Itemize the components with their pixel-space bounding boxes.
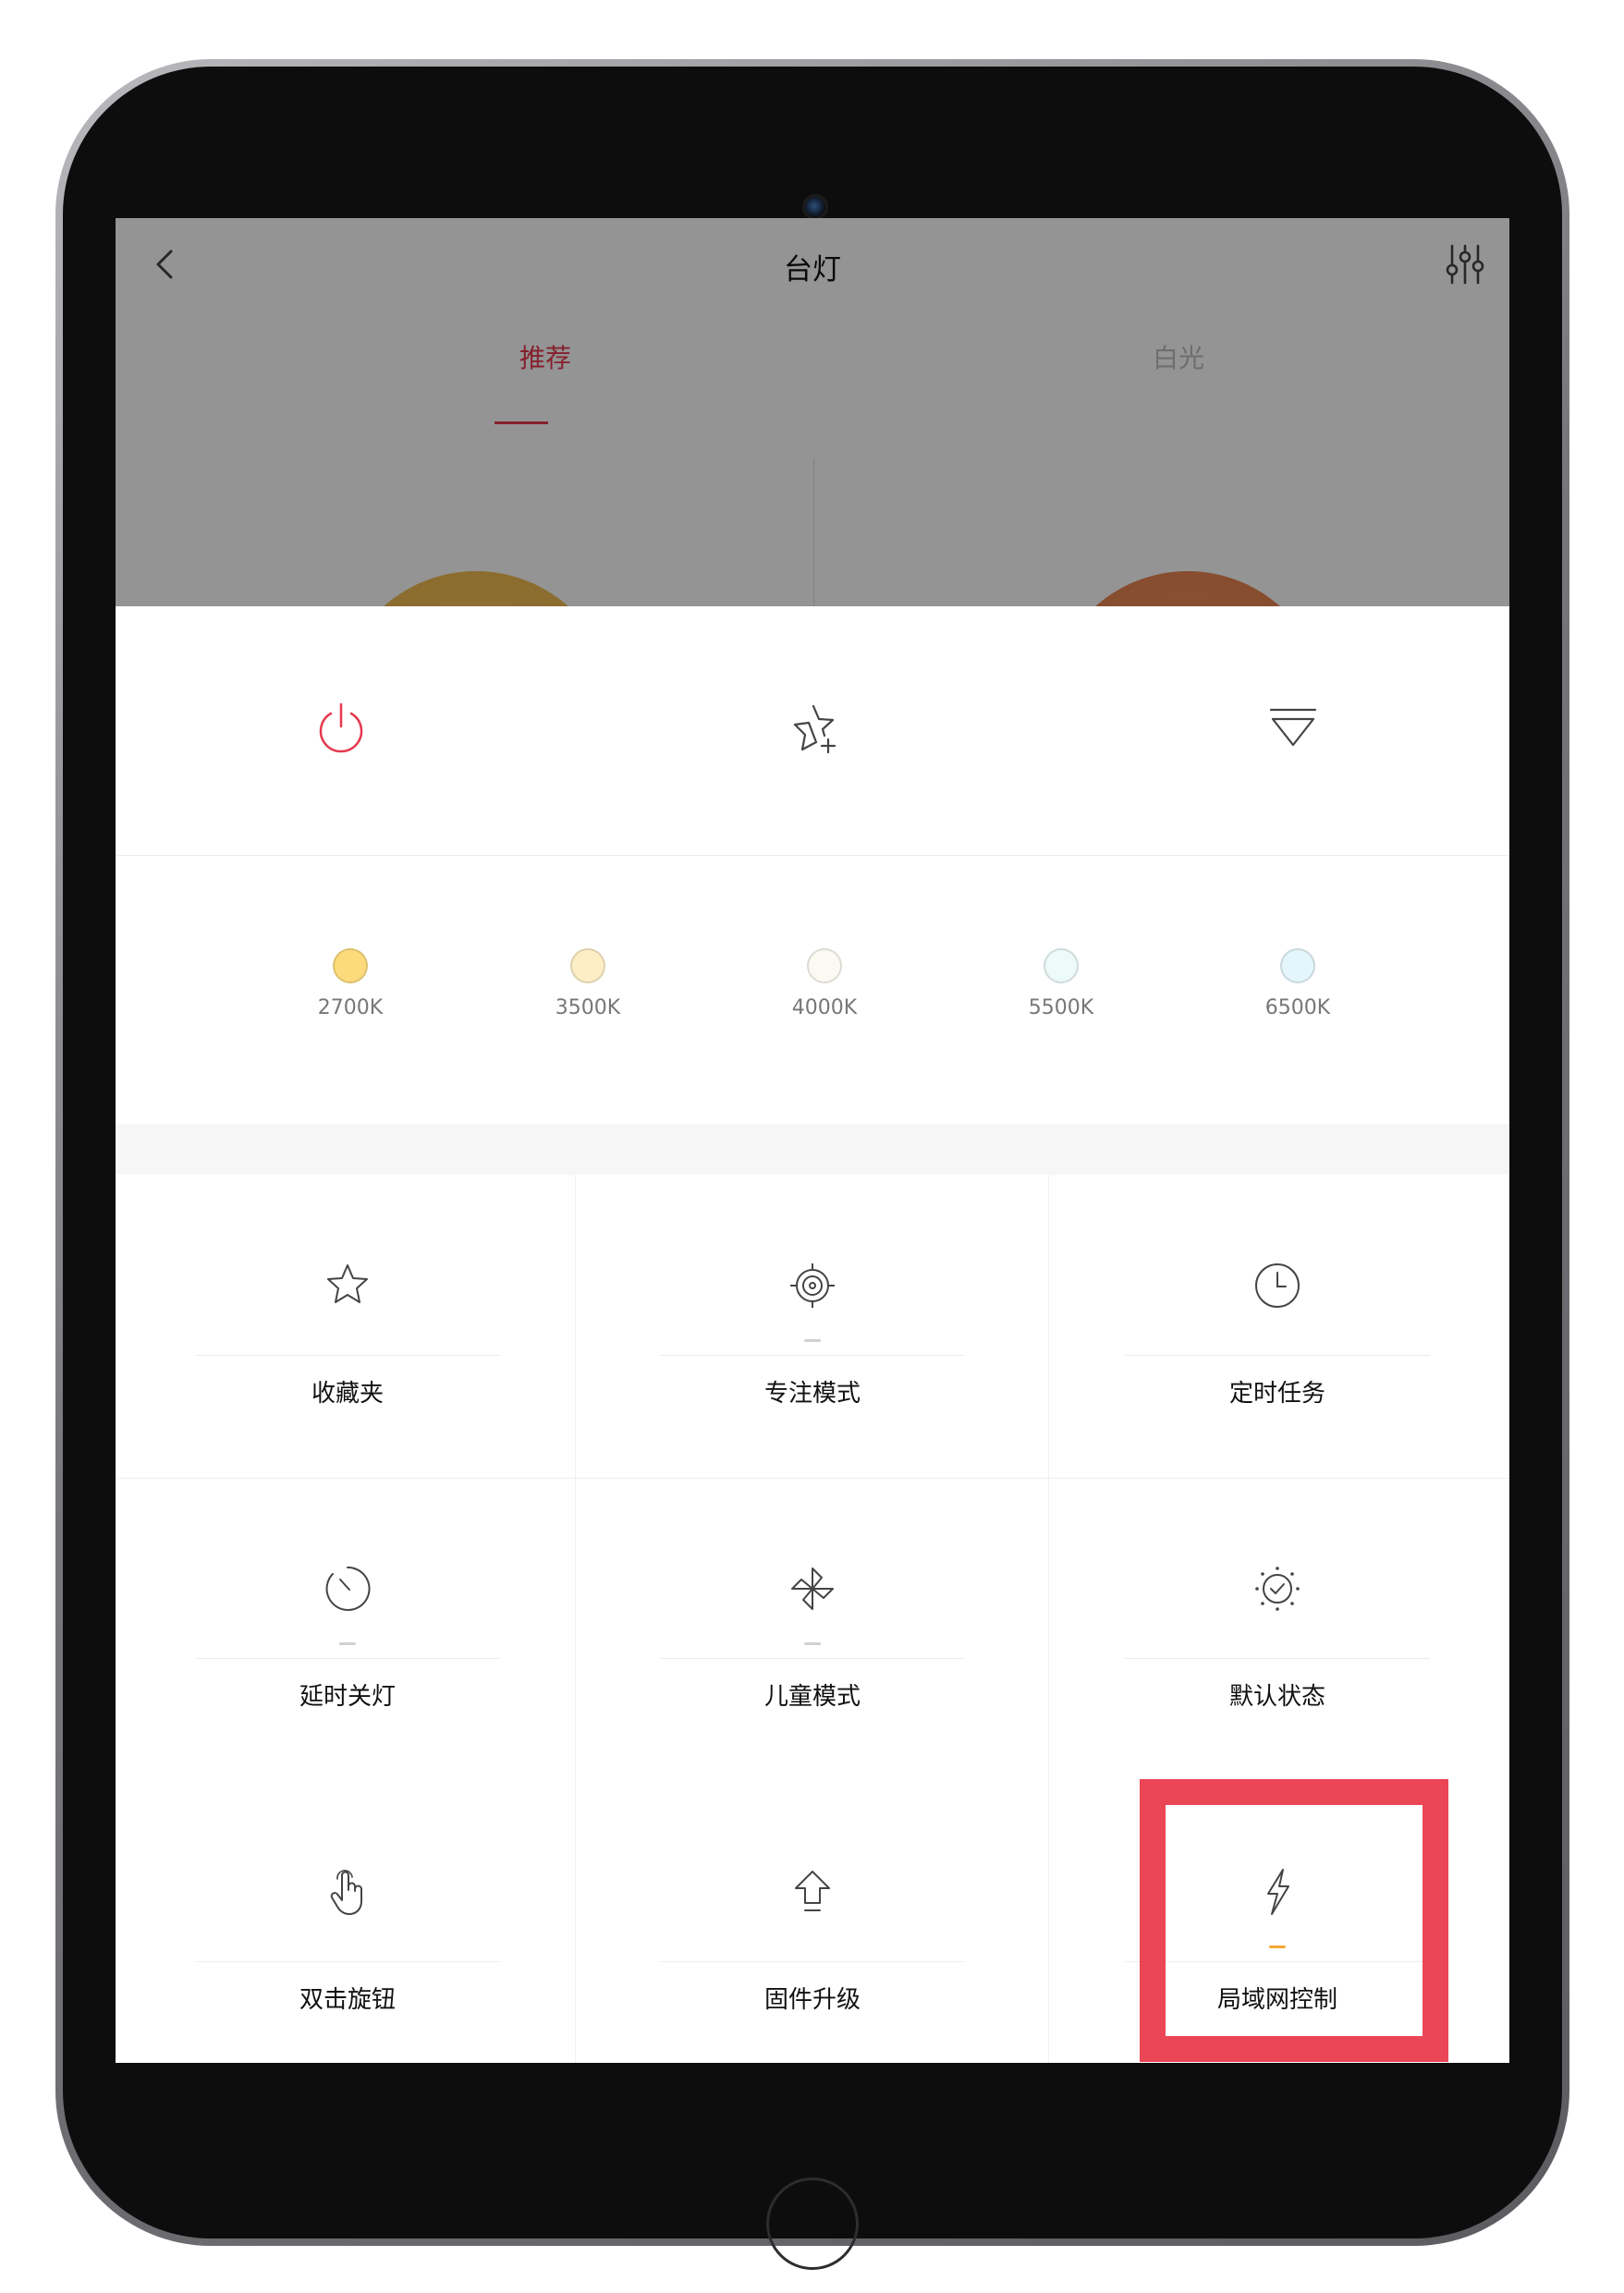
front-camera xyxy=(802,194,828,220)
temp-2700k[interactable]: 2700K xyxy=(281,948,420,1019)
status-dash xyxy=(804,1339,821,1342)
clock-icon xyxy=(1255,1263,1300,1308)
cell-separator xyxy=(660,1355,965,1356)
pinwheel-icon xyxy=(791,1567,834,1610)
cell-separator xyxy=(195,1355,500,1356)
temp-swatch xyxy=(807,948,842,983)
temp-3500k[interactable]: 3500K xyxy=(519,948,657,1019)
feature-label: 双击旋钮 xyxy=(299,1986,396,2014)
feature-label: 默认状态 xyxy=(1228,1683,1325,1711)
feature-favorites[interactable]: 收藏夹 xyxy=(116,1175,580,1478)
feature-firmware-upgrade[interactable]: 固件升级 xyxy=(580,1781,1044,2063)
cell-separator xyxy=(660,1961,965,1962)
tap-hand-icon xyxy=(330,1870,362,1915)
upload-arrow-icon xyxy=(795,1871,830,1911)
temp-5500k[interactable]: 5500K xyxy=(992,948,1130,1019)
feature-focus-mode[interactable]: 专注模式 xyxy=(580,1175,1044,1478)
color-temperature-row: 2700K 3500K 4000K 5500K 6500K xyxy=(116,856,1509,1124)
status-dash xyxy=(339,1642,356,1645)
timer-icon xyxy=(325,1566,371,1611)
feature-default-state[interactable]: 默认状态 xyxy=(1045,1478,1509,1781)
feature-label: 收藏夹 xyxy=(311,1380,384,1408)
home-button[interactable] xyxy=(766,2177,859,2270)
feature-label: 儿童模式 xyxy=(763,1683,861,1711)
feature-child-mode[interactable]: 儿童模式 xyxy=(580,1478,1044,1781)
feature-label: 延时关灯 xyxy=(299,1683,396,1711)
highlight-box xyxy=(1140,1779,1448,2062)
power-icon[interactable] xyxy=(311,699,371,758)
status-dash xyxy=(804,1642,821,1645)
temp-swatch xyxy=(1044,948,1079,983)
temp-label: 2700K xyxy=(317,996,384,1019)
cell-separator xyxy=(195,1658,500,1659)
cell-separator xyxy=(1125,1355,1430,1356)
star-icon xyxy=(327,1264,368,1303)
temp-swatch xyxy=(1280,948,1315,983)
cell-separator xyxy=(660,1658,965,1659)
feature-delay-off[interactable]: 延时关灯 xyxy=(116,1478,580,1781)
temp-label: 4000K xyxy=(791,996,858,1019)
feature-label: 专注模式 xyxy=(763,1380,861,1408)
dropdown-triangle-icon[interactable] xyxy=(1264,699,1323,758)
temp-label: 5500K xyxy=(1028,996,1094,1019)
star-plus-icon[interactable] xyxy=(786,699,845,758)
feature-label: 定时任务 xyxy=(1228,1380,1325,1408)
quick-actions xyxy=(116,606,1509,856)
section-gap xyxy=(116,1124,1509,1175)
temp-swatch xyxy=(333,948,368,983)
cell-separator xyxy=(195,1961,500,1962)
temp-6500k[interactable]: 6500K xyxy=(1228,948,1367,1019)
temp-4000k[interactable]: 4000K xyxy=(755,948,894,1019)
dim-overlay[interactable] xyxy=(116,218,1509,606)
feature-label: 固件升级 xyxy=(763,1986,861,2014)
target-icon xyxy=(790,1263,835,1308)
temp-label: 3500K xyxy=(555,996,621,1019)
feature-scheduled-tasks[interactable]: 定时任务 xyxy=(1045,1175,1509,1478)
temp-label: 6500K xyxy=(1264,996,1331,1019)
sun-check-icon xyxy=(1255,1567,1300,1611)
temp-swatch xyxy=(570,948,605,983)
feature-double-click-knob[interactable]: 双击旋钮 xyxy=(116,1781,580,2063)
cell-separator xyxy=(1125,1658,1430,1659)
